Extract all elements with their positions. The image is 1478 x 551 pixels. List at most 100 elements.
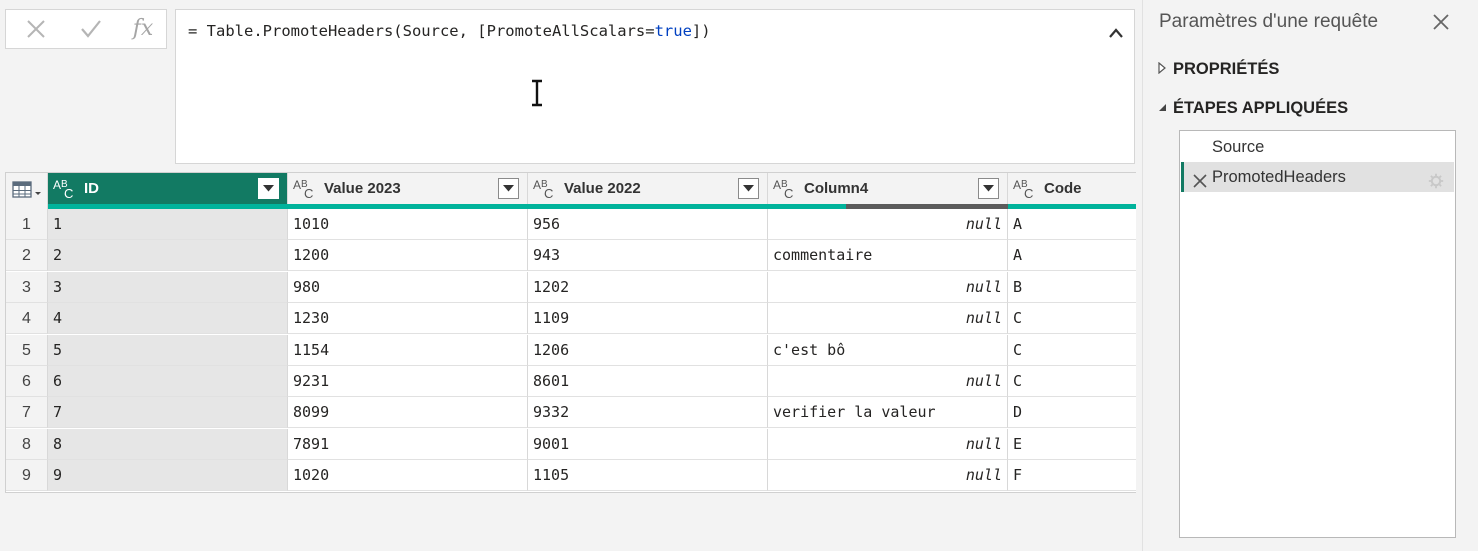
row-number[interactable]: 5 xyxy=(6,335,48,366)
table-cell[interactable]: 9332 xyxy=(528,397,768,428)
row-number[interactable]: 6 xyxy=(6,366,48,397)
type-abc-icon: A BC xyxy=(773,178,793,201)
table-menu-button[interactable] xyxy=(6,173,48,209)
table-cell[interactable]: 5 xyxy=(48,335,288,366)
column-name: ID xyxy=(84,180,99,197)
table-icon xyxy=(12,181,41,198)
properties-section-toggle[interactable]: PROPRIÉTÉS xyxy=(1157,60,1279,79)
table-cell[interactable]: 4 xyxy=(48,303,288,334)
filter-dropdown-icon[interactable] xyxy=(258,178,279,199)
row-number[interactable]: 1 xyxy=(6,209,48,240)
table-cell[interactable]: 7 xyxy=(48,397,288,428)
table-cell[interactable]: C xyxy=(1008,303,1136,334)
table-cell[interactable]: 1202 xyxy=(528,272,768,303)
table-cell[interactable]: C xyxy=(1008,366,1136,397)
table-cell[interactable]: 980 xyxy=(288,272,528,303)
svg-text:A: A xyxy=(773,178,781,192)
table-cell[interactable]: 943 xyxy=(528,240,768,271)
svg-text:A: A xyxy=(293,178,301,192)
table-cell[interactable]: 1230 xyxy=(288,303,528,334)
table-cell[interactable]: null xyxy=(768,303,1008,334)
table-cell[interactable]: 8099 xyxy=(288,397,528,428)
insert-function-icon[interactable]: fx xyxy=(130,16,156,42)
applied-steps-list: Source PromotedHeaders xyxy=(1179,130,1456,538)
table-cell[interactable]: 9 xyxy=(48,460,288,491)
pane-title: Paramètres d'une requête xyxy=(1159,11,1379,32)
table-cell[interactable]: 2 xyxy=(48,240,288,271)
table-cell[interactable]: verifier la valeur xyxy=(768,397,1008,428)
table-cell[interactable]: 1154 xyxy=(288,335,528,366)
table-cell[interactable]: null xyxy=(768,460,1008,491)
row-number[interactable]: 3 xyxy=(6,272,48,303)
table-cell[interactable]: 9231 xyxy=(288,366,528,397)
svg-text:A: A xyxy=(53,178,61,192)
table-cell[interactable]: 9001 xyxy=(528,429,768,460)
table-cell[interactable]: 1010 xyxy=(288,209,528,240)
table-cell[interactable]: commentaire xyxy=(768,240,1008,271)
column-name: Value 2023 xyxy=(324,180,401,197)
table-cell[interactable]: D xyxy=(1008,397,1136,428)
table-cell[interactable]: 8601 xyxy=(528,366,768,397)
table-cell[interactable]: 1 xyxy=(48,209,288,240)
table-cell[interactable]: A xyxy=(1008,240,1136,271)
table-cell[interactable]: 7891 xyxy=(288,429,528,460)
table-cell[interactable]: c'est bô xyxy=(768,335,1008,366)
table-cell[interactable]: 1109 xyxy=(528,303,768,334)
table-cell[interactable]: null xyxy=(768,429,1008,460)
type-abc-icon: A BC xyxy=(533,178,553,201)
table-cell[interactable]: 6 xyxy=(48,366,288,397)
formula-text[interactable]: = Table.PromoteHeaders(Source, [PromoteA… xyxy=(188,22,711,40)
row-number[interactable]: 2 xyxy=(6,240,48,271)
table-cell[interactable]: 1105 xyxy=(528,460,768,491)
filter-dropdown-icon[interactable] xyxy=(978,178,999,199)
table-cell[interactable]: A xyxy=(1008,209,1136,240)
filter-dropdown-icon[interactable] xyxy=(738,178,759,199)
query-settings-pane: Paramètres d'une requête PROPRIÉTÉS ÉTAP… xyxy=(1142,0,1478,551)
table-cell[interactable]: F xyxy=(1008,460,1136,491)
row-number[interactable]: 8 xyxy=(6,429,48,460)
table-cell[interactable]: 1020 xyxy=(288,460,528,491)
table-cell[interactable]: 1206 xyxy=(528,335,768,366)
type-abc-icon: A BC xyxy=(293,178,313,201)
column-name: Code xyxy=(1044,180,1082,197)
filter-dropdown-icon[interactable] xyxy=(498,178,519,199)
table-cell[interactable]: B xyxy=(1008,272,1136,303)
step-label: Source xyxy=(1212,138,1265,156)
table-cell[interactable]: 956 xyxy=(528,209,768,240)
table-cell[interactable]: null xyxy=(768,366,1008,397)
column-header-column4[interactable]: A B C Column4 xyxy=(768,173,1008,204)
table-cell[interactable]: E xyxy=(1008,429,1136,460)
type-abc-icon: A BC xyxy=(1013,178,1033,201)
table-cell[interactable]: null xyxy=(768,209,1008,240)
column-header-id[interactable]: A B C ID xyxy=(48,173,288,204)
cancel-formula-icon[interactable] xyxy=(23,16,49,42)
close-icon[interactable] xyxy=(1430,11,1452,33)
svg-text:A: A xyxy=(1013,178,1021,192)
step-source[interactable]: Source xyxy=(1181,132,1454,162)
column-header-value-2022[interactable]: A B C Value 2022 xyxy=(528,173,768,204)
text-cursor-icon xyxy=(530,79,544,112)
table-cell[interactable]: 3 xyxy=(48,272,288,303)
delete-step-icon[interactable] xyxy=(1192,169,1208,199)
confirm-formula-icon[interactable] xyxy=(78,16,104,42)
collapse-triangle-icon xyxy=(1157,99,1173,118)
step-settings-gear-icon[interactable] xyxy=(1428,169,1444,199)
table-cell[interactable]: 8 xyxy=(48,429,288,460)
table-cell[interactable]: 1200 xyxy=(288,240,528,271)
column-header-code[interactable]: A B C Code xyxy=(1008,173,1136,204)
svg-text:C: C xyxy=(64,186,73,201)
table-cell[interactable]: C xyxy=(1008,335,1136,366)
column-name: Value 2022 xyxy=(564,180,641,197)
row-number[interactable]: 4 xyxy=(6,303,48,334)
svg-text:C: C xyxy=(304,186,313,201)
row-number[interactable]: 7 xyxy=(6,397,48,428)
column-header-value-2023[interactable]: A B C Value 2023 xyxy=(288,173,528,204)
applied-steps-section-toggle[interactable]: ÉTAPES APPLIQUÉES xyxy=(1157,99,1348,118)
table-cell[interactable]: null xyxy=(768,272,1008,303)
formula-input[interactable]: = Table.PromoteHeaders(Source, [PromoteA… xyxy=(175,9,1135,164)
row-number[interactable]: 9 xyxy=(6,460,48,491)
step-label: PromotedHeaders xyxy=(1212,168,1346,186)
type-abc-icon: A BC xyxy=(53,178,73,201)
collapse-formula-icon[interactable] xyxy=(1108,26,1124,44)
step-promotedheaders[interactable]: PromotedHeaders xyxy=(1181,162,1454,192)
